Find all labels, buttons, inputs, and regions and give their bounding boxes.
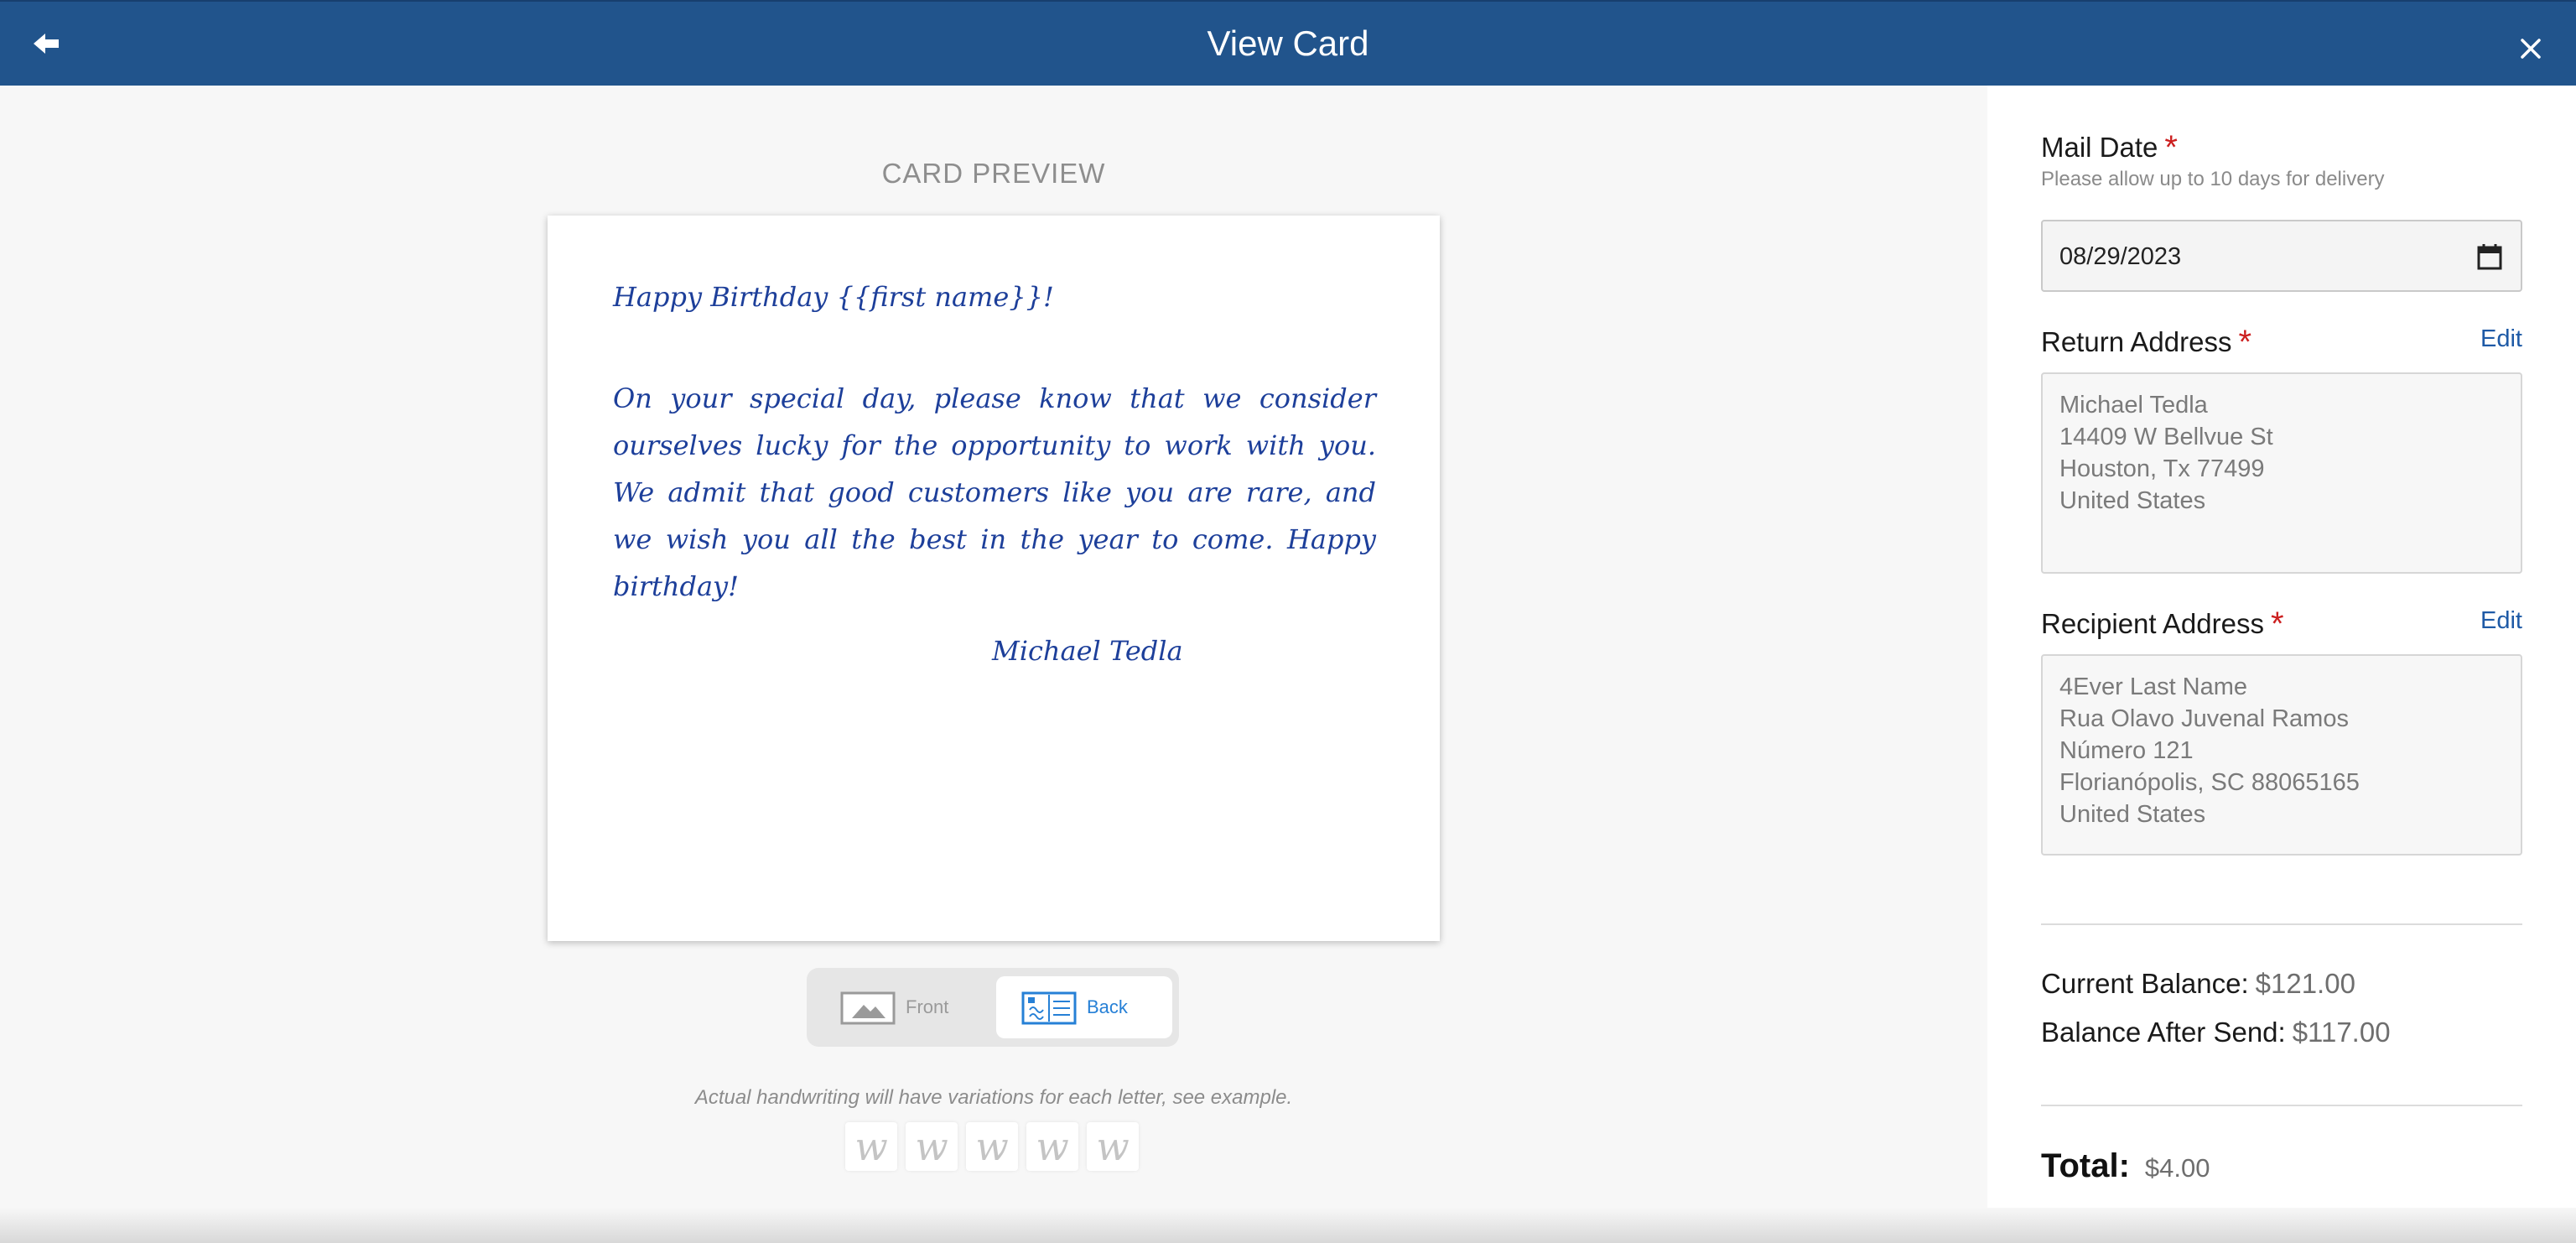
address-line: Florianópolis, SC 88065165: [2059, 769, 2360, 796]
card-preview-area: CARD PREVIEW Happy Birthday {{first name…: [0, 86, 1987, 1243]
total: Total: $4.00: [2041, 1147, 2210, 1184]
required-asterisk: *: [2238, 324, 2252, 361]
recipient-address-label: Recipient Address *: [2041, 606, 2284, 642]
balance-after-send: Balance After Send: $117.00: [2041, 1017, 2391, 1048]
mail-date-input[interactable]: 08/29/2023: [2041, 220, 2522, 292]
send-details-panel: Mail Date * Please allow up to 10 days fo…: [1987, 86, 2576, 1243]
address-line: Michael Tedla: [2059, 392, 2208, 419]
edit-recipient-address-link[interactable]: Edit: [2480, 607, 2522, 635]
card-message: On your special day, please know that we…: [613, 382, 1376, 602]
back-toggle-label: Back: [1087, 996, 1128, 1017]
address-line: 14409 W Bellvue St: [2059, 424, 2273, 450]
required-asterisk: *: [2270, 606, 2284, 642]
return-address-label: Return Address *: [2041, 324, 2252, 361]
mail-date-value: 08/29/2023: [2059, 243, 2182, 270]
back-toggle-button[interactable]: Back: [996, 976, 1172, 1038]
card-greeting: Happy Birthday {{first name}}!: [613, 281, 1054, 313]
return-address-box: Michael Tedla 14409 W Bellvue St Houston…: [2041, 372, 2522, 574]
address-line: Número 121: [2059, 737, 2194, 764]
front-toggle-button[interactable]: Front: [815, 976, 991, 1038]
address-line: United States: [2059, 487, 2206, 514]
card-side-toggle: Front Back: [807, 968, 1179, 1047]
card-preview-label: CARD PREVIEW: [881, 158, 1106, 189]
handwriting-sample: w: [906, 1122, 958, 1171]
card-back-icon: [1021, 991, 1077, 1025]
handwriting-samples: w w w w w: [845, 1122, 1139, 1173]
address-line: 4Ever Last Name: [2059, 674, 2248, 700]
edit-return-address-link[interactable]: Edit: [2480, 325, 2522, 353]
handwriting-sample: w: [1026, 1122, 1078, 1171]
divider: [2041, 1105, 2522, 1106]
image-icon: [840, 991, 896, 1025]
recipient-address-box: 4Ever Last Name Rua Olavo Juvenal Ramos …: [2041, 654, 2522, 856]
header-bar: View Card: [0, 0, 2576, 86]
close-icon[interactable]: [2516, 34, 2546, 64]
mail-date-hint: Please allow up to 10 days for delivery: [2041, 168, 2385, 190]
calendar-icon[interactable]: [2477, 243, 2502, 270]
total-value: $4.00: [2144, 1153, 2210, 1183]
mail-date-label: Mail Date *: [2041, 129, 2178, 166]
handwriting-sample: w: [966, 1122, 1018, 1171]
divider: [2041, 923, 2522, 925]
card-back-preview: Happy Birthday {{first name}}! On your s…: [548, 216, 1440, 941]
address-line: Rua Olavo Juvenal Ramos: [2059, 705, 2349, 732]
address-line: United States: [2059, 801, 2206, 828]
required-asterisk: *: [2164, 129, 2178, 166]
address-line: Houston, Tx 77499: [2059, 455, 2265, 482]
handwriting-sample: w: [845, 1122, 897, 1171]
current-balance-value: $121.00: [2255, 968, 2355, 999]
front-toggle-label: Front: [906, 996, 949, 1017]
page-title: View Card: [1207, 23, 1369, 63]
current-balance: Current Balance: $121.00: [2041, 968, 2355, 999]
handwriting-sample: w: [1087, 1122, 1139, 1171]
handwriting-note: Actual handwriting will have variations …: [694, 1086, 1293, 1109]
card-signature: Michael Tedla: [992, 635, 1183, 667]
balance-after-send-value: $117.00: [2292, 1017, 2391, 1048]
bottom-shadow: [0, 1208, 2576, 1243]
